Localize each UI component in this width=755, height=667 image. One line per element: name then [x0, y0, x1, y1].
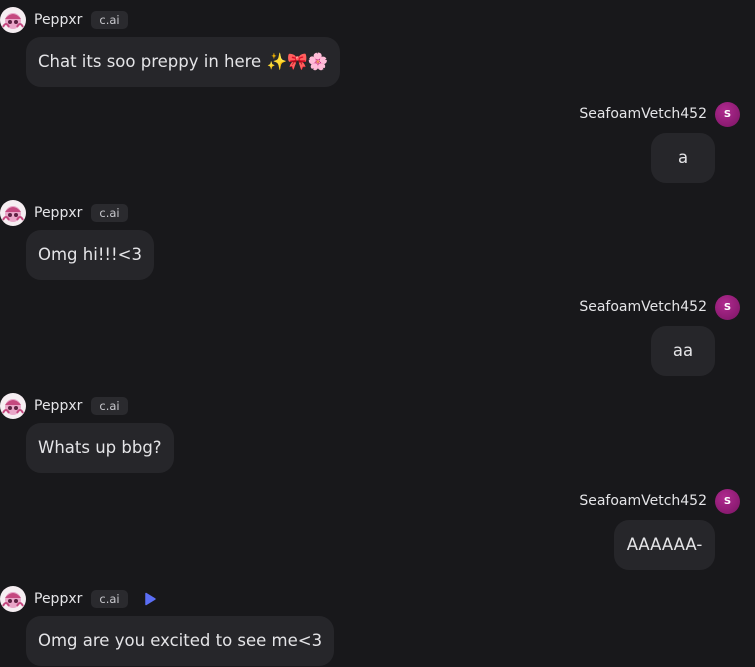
- bot-message-header: Peppxr c.ai: [0, 585, 158, 613]
- bot-message: Peppxr c.ai Omg are you excited to see m…: [0, 585, 755, 667]
- bot-message-header: Peppxr c.ai: [0, 199, 128, 227]
- cai-badge: c.ai: [91, 590, 128, 608]
- bot-message: Peppxr c.ai Whats up bbg?: [0, 392, 755, 477]
- user-message-header: SeafoamVetch452 S: [579, 294, 740, 320]
- message-bubble: a: [651, 133, 715, 183]
- user-name: SeafoamVetch452: [579, 299, 707, 315]
- user-name: SeafoamVetch452: [579, 493, 707, 509]
- bot-avatar[interactable]: [0, 200, 26, 226]
- message-bubble: Chat its soo preppy in here ✨🎀🌸: [26, 37, 341, 87]
- pink-character-avatar-icon: [2, 206, 24, 222]
- bot-name[interactable]: Peppxr: [34, 591, 82, 607]
- bot-message-header: Peppxr c.ai: [0, 392, 128, 420]
- user-message: SeafoamVetch452 S aa: [0, 294, 755, 379]
- cai-badge: c.ai: [91, 204, 128, 222]
- user-message: SeafoamVetch452 S AAAAAA-: [0, 488, 755, 573]
- cai-badge: c.ai: [91, 11, 128, 29]
- bot-avatar[interactable]: [0, 586, 26, 612]
- message-bubble: Whats up bbg?: [26, 423, 174, 473]
- bot-avatar[interactable]: [0, 7, 26, 33]
- pink-character-avatar-icon: [2, 592, 24, 608]
- user-avatar[interactable]: S: [715, 294, 740, 320]
- bot-message-header: Peppxr c.ai: [0, 6, 128, 34]
- bot-name[interactable]: Peppxr: [34, 12, 82, 28]
- user-message: SeafoamVetch452 S a: [0, 101, 755, 186]
- play-icon: [144, 592, 156, 606]
- user-avatar[interactable]: S: [715, 488, 740, 514]
- user-message-header: SeafoamVetch452 S: [579, 488, 740, 514]
- pink-character-avatar-icon: [2, 13, 24, 29]
- pink-character-avatar-icon: [2, 399, 24, 415]
- chat-thread: Peppxr c.ai Chat its soo preppy in here …: [0, 0, 755, 667]
- message-bubble: aa: [651, 326, 715, 376]
- user-name: SeafoamVetch452: [579, 106, 707, 122]
- bot-name[interactable]: Peppxr: [34, 205, 82, 221]
- play-audio-button[interactable]: [142, 591, 158, 607]
- user-avatar[interactable]: S: [715, 101, 740, 127]
- user-message-header: SeafoamVetch452 S: [579, 101, 740, 127]
- message-bubble: Omg are you excited to see me<3: [26, 616, 335, 666]
- bot-message: Peppxr c.ai Chat its soo preppy in here …: [0, 6, 755, 91]
- cai-badge: c.ai: [91, 397, 128, 415]
- message-bubble: AAAAAA-: [614, 520, 715, 570]
- message-bubble: Omg hi!!!<3: [26, 230, 154, 280]
- bot-avatar[interactable]: [0, 393, 26, 419]
- bot-message: Peppxr c.ai Omg hi!!!<3: [0, 199, 755, 284]
- bot-name[interactable]: Peppxr: [34, 398, 82, 414]
